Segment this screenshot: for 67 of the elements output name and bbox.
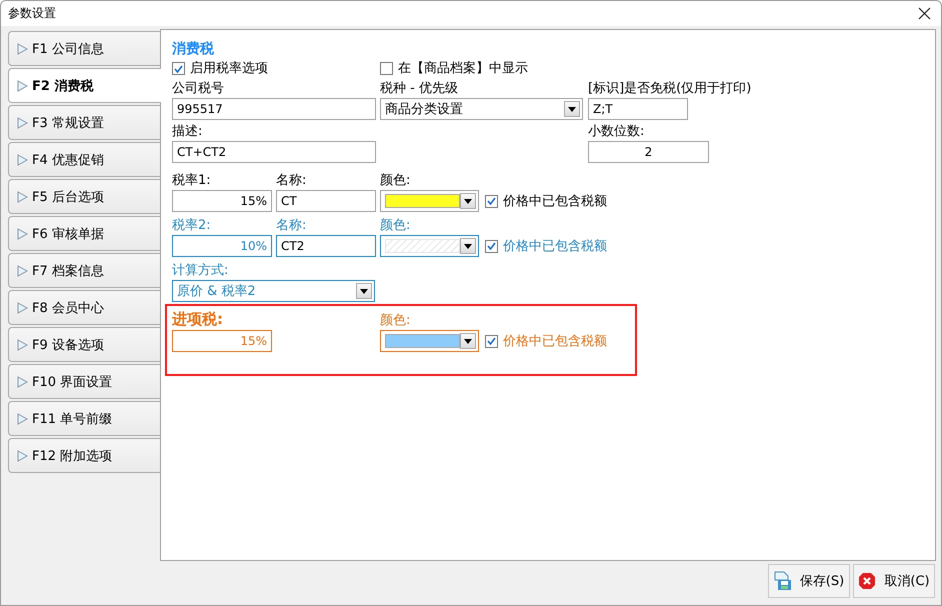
section-title: 消费税 (172, 40, 215, 59)
checkbox[interactable] (380, 62, 393, 75)
dropdown[interactable]: 商品分类设置 (380, 98, 583, 120)
sidebar-tab[interactable]: F3 常规设置 (8, 105, 160, 140)
floppy-icon (774, 571, 792, 591)
sidebar-tab[interactable]: F5 后台选项 (8, 179, 160, 214)
triangle-icon (17, 42, 28, 54)
sidebar-tab[interactable]: F1 公司信息 (8, 31, 160, 66)
text-field[interactable]: 2 (588, 141, 709, 163)
triangle-icon (17, 190, 28, 202)
triangle-icon (17, 412, 28, 424)
close-icon[interactable] (918, 7, 931, 20)
sidebar-tab[interactable]: F7 档案信息 (8, 253, 160, 288)
rate-field[interactable]: 15% (172, 190, 272, 212)
rate-field[interactable]: 10% (172, 235, 272, 257)
text-field[interactable]: 995517 (172, 98, 376, 120)
field-label: 计算方式: (172, 262, 230, 280)
sidebar-tab[interactable]: F6 审核单据 (8, 216, 160, 251)
field-label: 进项税: (172, 309, 224, 330)
triangle-icon (17, 154, 28, 166)
text-field[interactable]: CT (276, 190, 376, 212)
field-label: 税率1: (172, 172, 212, 190)
sidebar-tab[interactable]: F10 界面设置 (8, 364, 160, 399)
field-label: 税率2: (172, 217, 212, 235)
field-label: 颜色: (380, 312, 412, 330)
triangle-icon (17, 450, 28, 462)
checkbox-label[interactable]: 价格中已包含税额 (485, 236, 607, 256)
save-button[interactable]: 保存(S) (768, 564, 850, 598)
sidebar-tab[interactable]: F8 会员中心 (8, 290, 160, 325)
field-label: 颜色: (380, 217, 412, 235)
field-label: 税种 - 优先级 (380, 80, 459, 98)
sidebar-tab[interactable]: F11 单号前缀 (8, 401, 160, 436)
sidebar-tab[interactable]: F9 设备选项 (8, 327, 160, 362)
field-label: 小数位数: (588, 123, 646, 141)
field-label: 名称: (276, 217, 308, 235)
checkbox-checked[interactable] (485, 194, 498, 208)
checkbox-checked[interactable] (485, 334, 498, 348)
field-label: 颜色: (380, 172, 412, 190)
cancel-icon (858, 572, 876, 590)
checkbox-label[interactable]: 在【商品档案】中显示 (380, 59, 588, 78)
triangle-icon (17, 228, 28, 240)
field-label: [标识]是否免税(仅用于打印) (588, 80, 752, 98)
text-field[interactable]: Z;T (588, 98, 688, 120)
triangle-icon (17, 80, 28, 92)
triangle-icon (17, 302, 28, 314)
triangle-icon (17, 264, 28, 276)
sidebar-tab[interactable]: F2 消费税 (8, 68, 161, 103)
window-title: 参数设置 (8, 5, 56, 22)
checkbox-label[interactable]: 价格中已包含税额 (485, 192, 607, 210)
text-field[interactable]: CT2 (276, 235, 376, 257)
color-picker[interactable] (380, 235, 479, 257)
color-picker[interactable] (380, 190, 479, 212)
cancel-button[interactable]: 取消(C) (853, 564, 935, 598)
sidebar-tab[interactable]: F4 优惠促销 (8, 142, 160, 177)
dropdown[interactable]: 原价 & 税率2 (172, 280, 375, 302)
sidebar-tab[interactable]: F12 附加选项 (8, 438, 160, 473)
field-label: 描述: (172, 123, 204, 141)
triangle-icon (17, 338, 28, 350)
field-label: 名称: (276, 172, 308, 190)
text-field[interactable]: CT+CT2 (172, 141, 376, 163)
color-picker[interactable] (380, 330, 479, 352)
checkbox-label[interactable]: 启用税率选项 (172, 59, 380, 78)
checkbox-checked[interactable] (485, 240, 498, 252)
triangle-icon (17, 376, 28, 388)
checkbox-checked[interactable] (172, 62, 185, 75)
field-label: 公司税号 (172, 80, 225, 98)
triangle-icon (17, 116, 28, 128)
